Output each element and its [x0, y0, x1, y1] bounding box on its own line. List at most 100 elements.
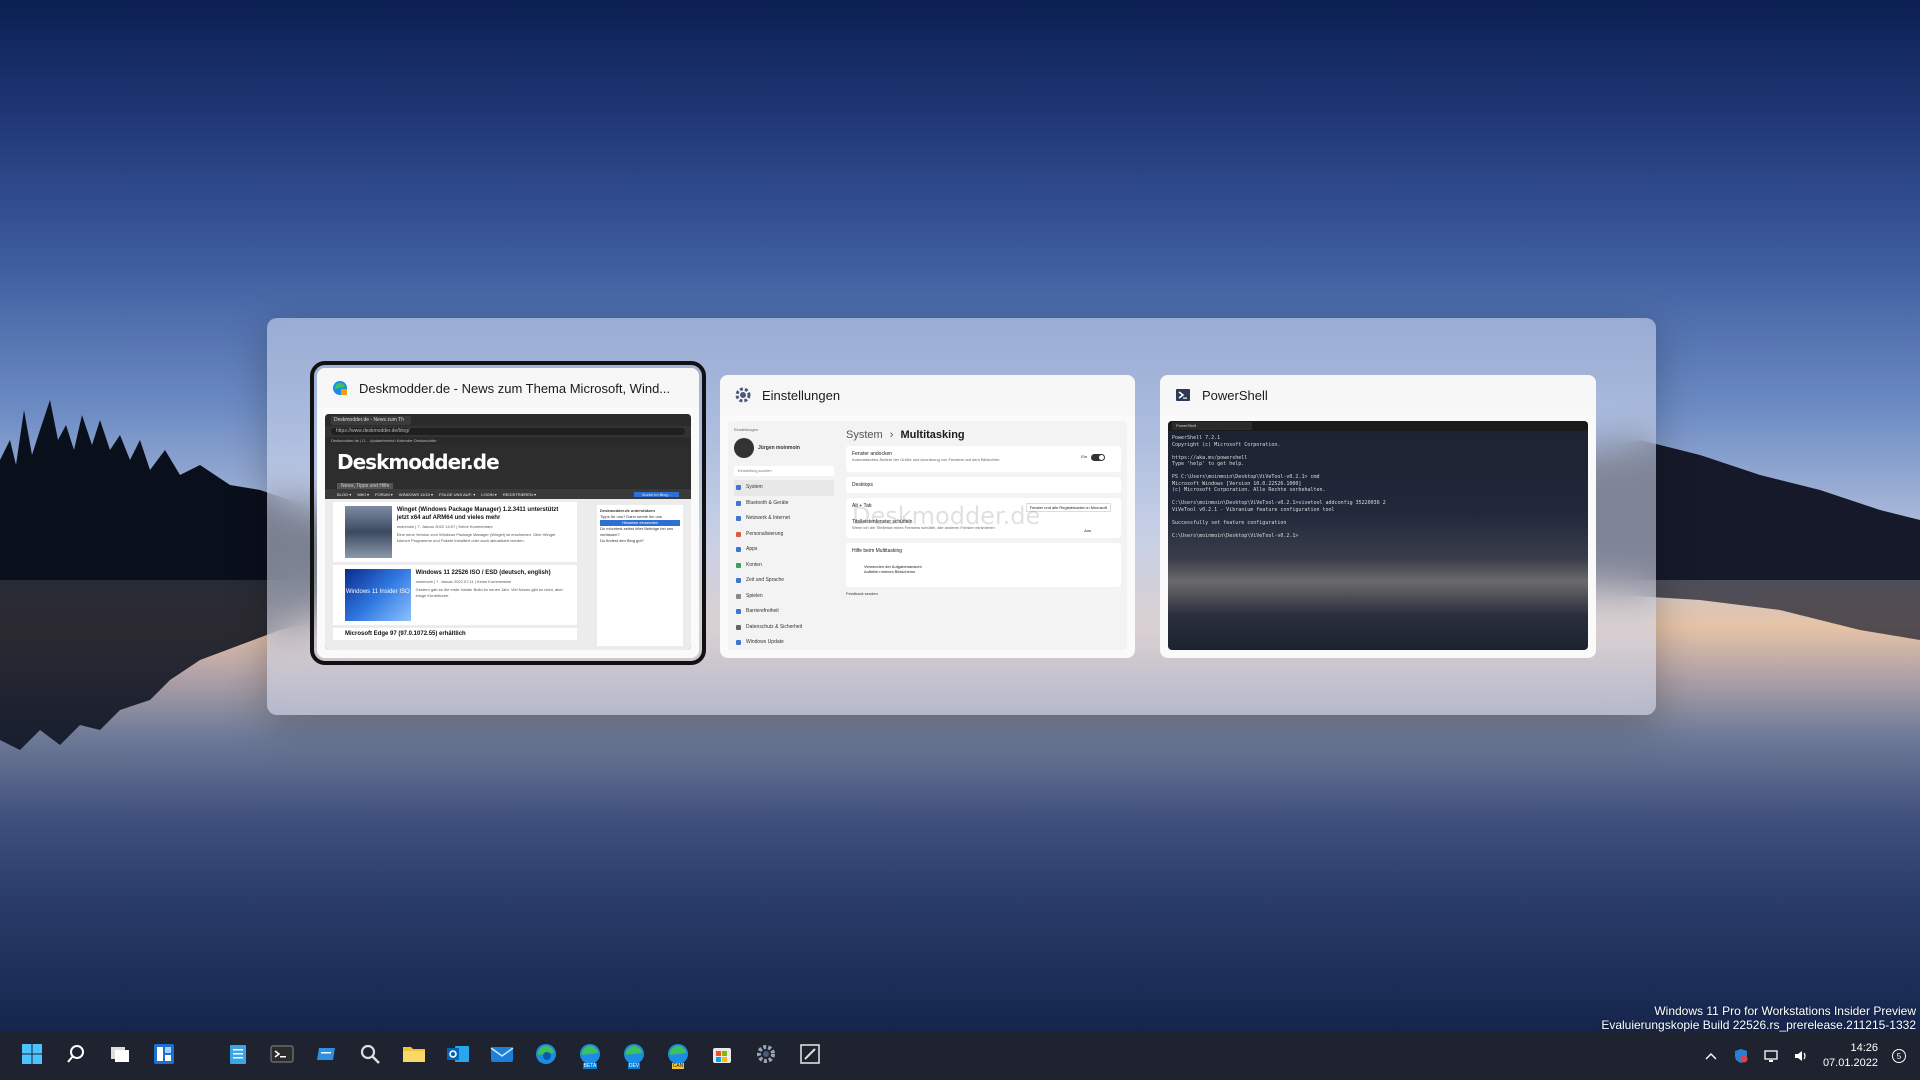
- start-button[interactable]: [10, 1036, 54, 1076]
- edge-dev-button[interactable]: DEV: [612, 1036, 656, 1076]
- post-meta: moinmoin | 7. Januar 2022 07:11 | Keine …: [415, 579, 512, 584]
- settings-nav-item: Spielen: [734, 589, 834, 605]
- card-title: Deskmodder.de - News zum Thema Microsoft…: [359, 380, 671, 396]
- post-image: Windows 11 Insider ISO: [345, 569, 411, 621]
- app-button[interactable]: [304, 1036, 348, 1076]
- post-excerpt: Gestern gab es die erste Insider Build i…: [415, 587, 563, 598]
- taskbar: BETA DEV CAN 14:26 07.01.2022 5: [0, 1032, 1920, 1080]
- settings-window-label: Einstellungen: [734, 427, 759, 432]
- settings-main: System › Multitasking Fenster andocken A…: [840, 421, 1127, 650]
- browser-url: https://www.deskmodder.de/blog/: [331, 428, 685, 435]
- widgets-button[interactable]: [142, 1036, 186, 1076]
- browser-favorites-bar: Deskmodder.de | D... Updatebereich Kalen…: [325, 437, 691, 445]
- site-nav-item: FOLGE UNS AUF: ▾: [439, 491, 476, 497]
- edge-channel-label: DEV: [627, 1063, 641, 1069]
- window-card-browser[interactable]: Deskmodder.de - News zum Thema Microsoft…: [310, 361, 706, 665]
- settings-nav-item: Zeit und Sprache: [734, 573, 834, 589]
- window-card-powershell[interactable]: PowerShell PowerShell PowerShell 7.2.1 Co…: [1160, 375, 1596, 658]
- toggle-switch: [1091, 454, 1105, 461]
- window-thumbnail: Deskmodder.de - News zum Th https://www.…: [325, 414, 691, 650]
- window-thumbnail: PowerShell PowerShell 7.2.1 Copyright (c)…: [1168, 421, 1588, 650]
- settings-row: Alt + Tab Fenster und alle Registerkarte…: [846, 498, 1121, 538]
- settings-row: Hilfe beim Multitasking Verwenden der Au…: [846, 543, 1121, 587]
- terminal-button[interactable]: [260, 1036, 304, 1076]
- avatar: [734, 438, 754, 458]
- settings-row: Desktops: [846, 477, 1121, 493]
- app-icon: [315, 1044, 337, 1069]
- magnifier-button[interactable]: [348, 1036, 392, 1076]
- volume-icon[interactable]: [1793, 1048, 1809, 1064]
- site-nav-item: REGISTRIEREN ▾: [502, 491, 536, 497]
- settings-nav-item: Konten: [734, 558, 834, 574]
- edge-beta-button[interactable]: BETA: [568, 1036, 612, 1076]
- edge-channel-label: BETA: [582, 1063, 598, 1069]
- browser-address-bar: https://www.deskmodder.de/blog/: [325, 426, 691, 437]
- settings-search: Einstellung suchen: [734, 466, 834, 476]
- window-thumbnail: Einstellungen Jürgen moinmoin Einstellun…: [728, 421, 1127, 650]
- feedback-link: Feedback senden: [846, 591, 878, 596]
- edge-canary-icon: [331, 379, 349, 397]
- site-nav-item: WINDOWS 11/10 ▾: [398, 491, 433, 497]
- outlook-button[interactable]: [436, 1036, 480, 1076]
- card-header: PowerShell: [1160, 375, 1596, 415]
- edge-canary-button[interactable]: CAN: [656, 1036, 700, 1076]
- task-view-button[interactable]: [98, 1036, 142, 1076]
- settings-nav-item: Personalisierung: [734, 527, 834, 543]
- settings-nav-item: Bluetooth & Geräte: [734, 496, 834, 512]
- widgets-icon: [153, 1043, 175, 1070]
- clock[interactable]: 14:26 07.01.2022: [1823, 1041, 1878, 1071]
- watermark-logo: Deskmodder.de: [852, 502, 1041, 530]
- search-icon: [66, 1044, 86, 1069]
- chevron-up-icon[interactable]: [1703, 1048, 1719, 1064]
- settings-nav-item: Apps: [734, 542, 834, 558]
- explorer-button[interactable]: [392, 1036, 436, 1076]
- folder-icon: [402, 1044, 426, 1069]
- site-nav-item: BLOG ▾: [337, 491, 352, 497]
- browser-tab-strip: Deskmodder.de - News zum Th: [325, 414, 691, 426]
- notepad-button[interactable]: [216, 1036, 260, 1076]
- clock-time: 14:26: [1850, 1042, 1878, 1054]
- site-search: Suche im Blog...: [633, 491, 679, 497]
- search-button[interactable]: [54, 1036, 98, 1076]
- settings-nav-item: Datenschutz & Sicherheit: [734, 620, 834, 636]
- settings-sidebar: Einstellungen Jürgen moinmoin Einstellun…: [728, 421, 840, 650]
- card-header: Einstellungen: [720, 375, 1135, 415]
- edge-button[interactable]: [524, 1036, 568, 1076]
- network-icon[interactable]: [1763, 1048, 1779, 1064]
- site-nav-item: FORUM ▾: [375, 491, 393, 497]
- security-shield-icon[interactable]: [1733, 1048, 1749, 1064]
- post-excerpt: Eine neue Version vom Windows Package Ma…: [396, 532, 556, 543]
- website-content: Deskmodder.de News, Tipps und Hilfe BLOG…: [325, 445, 691, 650]
- edge-icon: [534, 1042, 558, 1071]
- store-icon: [711, 1043, 733, 1070]
- task-view-icon: [109, 1044, 131, 1069]
- settings-button[interactable]: [744, 1036, 788, 1076]
- window-card-settings[interactable]: Einstellungen Einstellungen Jürgen moinm…: [720, 375, 1135, 658]
- sidebar-text: Du findest den Blog gut?: [600, 538, 644, 543]
- store-button[interactable]: [700, 1036, 744, 1076]
- card-header: Deskmodder.de - News zum Thema Microsoft…: [317, 368, 699, 408]
- post-title: Winget (Windows Package Manager) 1.2.341…: [396, 507, 559, 521]
- mail-button[interactable]: [480, 1036, 524, 1076]
- card-title: PowerShell: [1202, 387, 1268, 403]
- clock-date: 07.01.2022: [1822, 1057, 1878, 1069]
- system-tray: 14:26 07.01.2022 5: [1703, 1032, 1920, 1080]
- terminal-tab: PowerShell: [1172, 422, 1252, 430]
- pen-icon: [799, 1043, 821, 1070]
- site-logo: Deskmodder.de: [337, 450, 500, 474]
- gear-icon: [734, 386, 752, 404]
- snipping-button[interactable]: [788, 1036, 832, 1076]
- terminal-tab-strip: PowerShell: [1168, 421, 1588, 431]
- site-nav-item: LOGIN ▾: [481, 491, 497, 497]
- user-name: Jürgen moinmoin: [758, 445, 800, 451]
- magnifier-icon: [359, 1043, 381, 1070]
- site-sidebar: Deskmodder.de unterstützen Tipps für uns…: [597, 505, 683, 646]
- site-nav-item: WIKI ▾: [357, 491, 370, 497]
- site-tagline: News, Tipps und Hilfe: [337, 483, 394, 489]
- notification-badge[interactable]: 5: [1892, 1049, 1906, 1063]
- mail-icon: [490, 1044, 514, 1069]
- evaluation-watermark: Windows 11 Pro for Workstations Insider …: [1601, 1004, 1916, 1032]
- settings-nav-item: System: [734, 480, 834, 496]
- blog-post: Winget (Windows Package Manager) 1.2.341…: [333, 502, 577, 562]
- outlook-icon: [446, 1043, 470, 1070]
